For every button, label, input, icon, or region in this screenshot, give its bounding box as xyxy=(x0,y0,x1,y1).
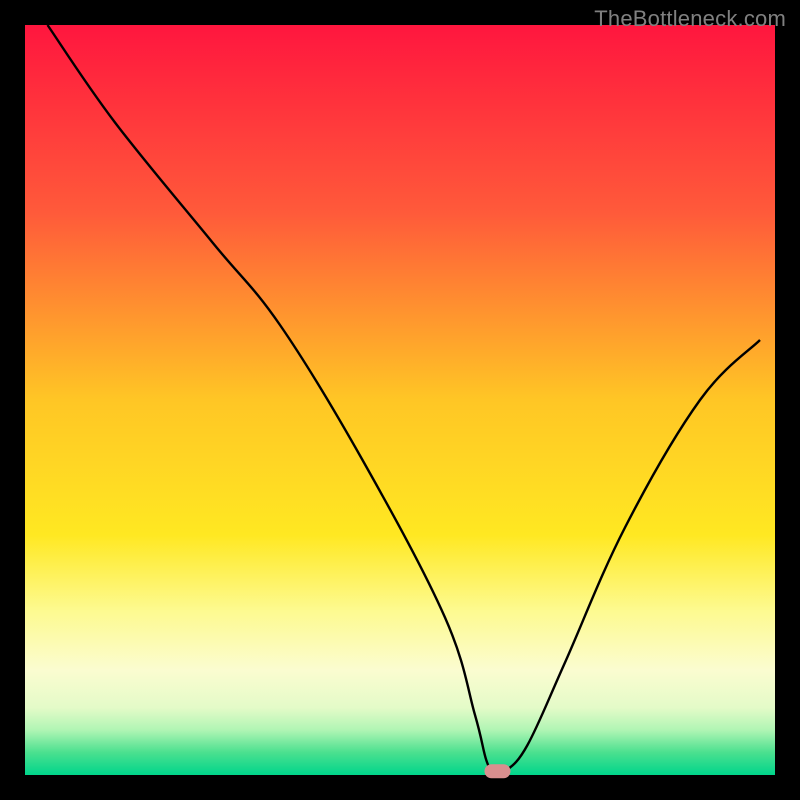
bottleneck-chart xyxy=(0,0,800,800)
watermark-text: TheBottleneck.com xyxy=(594,6,786,32)
optimal-marker xyxy=(485,764,511,778)
plot-area xyxy=(25,25,775,775)
chart-container: TheBottleneck.com xyxy=(0,0,800,800)
